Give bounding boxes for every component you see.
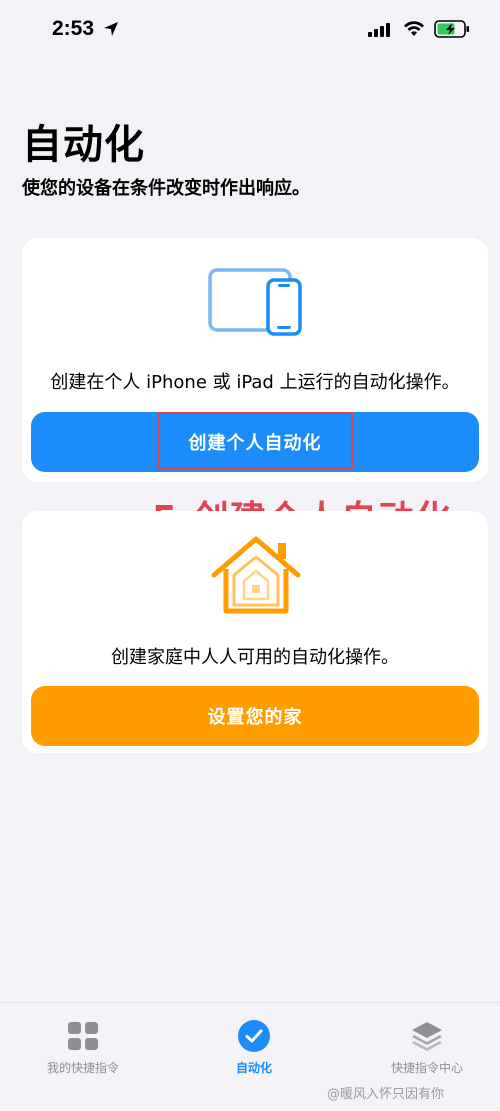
tab-label: 我的快捷指令 (46, 1061, 119, 1075)
tab-label: 自动化 (235, 1061, 272, 1075)
watermark: @暖风入怀只因有你 (327, 1087, 445, 1102)
home-automation-description: 创建家庭中人人可用的自动化操作。 (111, 647, 399, 668)
grid-icon (68, 1022, 98, 1050)
tab-my-shortcuts[interactable]: 我的快捷指令 (8, 1019, 158, 1076)
mac-iphone-icon (208, 268, 302, 336)
tab-gallery[interactable]: 快捷指令中心 (352, 1019, 500, 1076)
home-automation-card: 创建家庭中人人可用的自动化操作。 设置您的家 (22, 511, 488, 753)
annotation-highlight-box (157, 412, 353, 469)
page-subtitle: 使您的设备在条件改变时作出响应。 (22, 178, 310, 199)
clock-check-icon (238, 1020, 270, 1052)
tab-automation[interactable]: 自动化 (179, 1019, 329, 1076)
cellular-signal-icon (368, 23, 390, 37)
wifi-icon (404, 21, 424, 36)
battery-charging-icon (434, 20, 469, 38)
tab-label: 快捷指令中心 (390, 1061, 463, 1075)
home-icon (211, 536, 301, 614)
status-time: 2:53 (52, 17, 95, 40)
status-bar: 2:53 (0, 0, 500, 62)
page-title: 自动化 (22, 122, 145, 168)
layers-icon (412, 1022, 442, 1051)
location-arrow-icon (104, 22, 118, 36)
personal-automation-description: 创建在个人 iPhone 或 iPad 上运行的自动化操作。 (50, 372, 460, 393)
set-up-home-button[interactable]: 设置您的家 (31, 686, 479, 746)
